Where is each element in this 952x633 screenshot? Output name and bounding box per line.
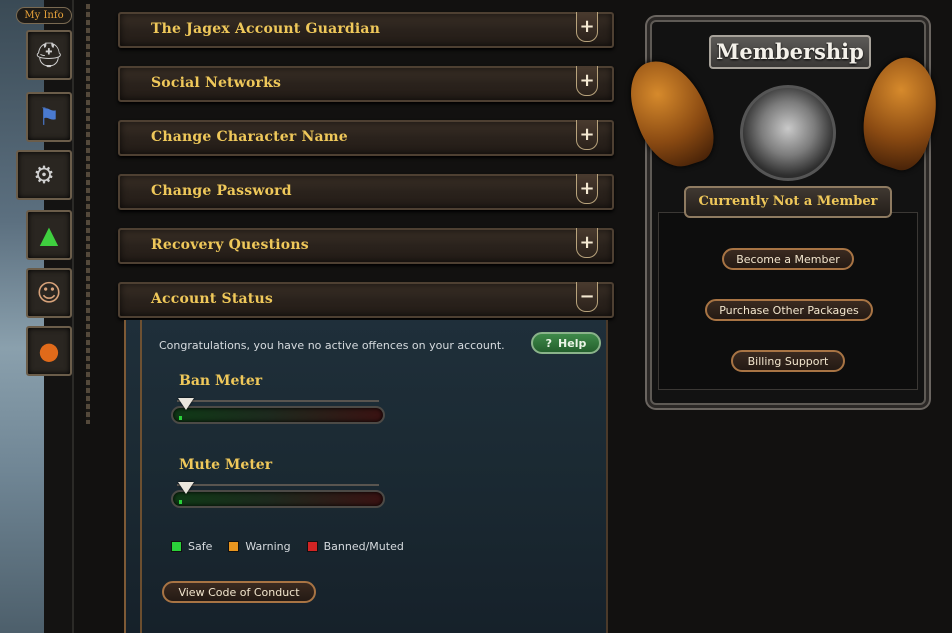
section-title: Change Password [151, 183, 292, 199]
ban-meter [171, 398, 385, 424]
status-message: Congratulations, you have no active offe… [159, 339, 505, 352]
divider [140, 320, 142, 633]
legend-warning: Warning [228, 540, 291, 553]
sidebar-item-settings[interactable]: ⚙ [16, 150, 72, 200]
legend-label: Safe [188, 540, 213, 553]
purchase-packages-button[interactable]: Purchase Other Packages [705, 299, 873, 321]
legend-swatch [171, 541, 182, 552]
section-title: Account Status [151, 291, 273, 307]
meter-track [171, 490, 385, 508]
my-info-tab[interactable]: My Info [16, 7, 72, 24]
section-recovery-questions[interactable]: Recovery Questions + [118, 228, 614, 264]
legend-label: Banned/Muted [323, 540, 404, 553]
mute-meter [171, 482, 385, 508]
sidebar-item-avatar[interactable]: ☺ [26, 268, 72, 318]
meter-fill [179, 416, 182, 420]
upgrade-icon: ▲ [39, 221, 59, 249]
section-title: The Jagex Account Guardian [151, 21, 381, 37]
sidebar: My Info ⛑ ⚑ ⚙ ▲ ☺ ● [16, 4, 90, 424]
expand-icon[interactable]: + [576, 120, 598, 150]
chain-divider [86, 4, 90, 424]
legend-banned-muted: Banned/Muted [306, 540, 404, 553]
section-account-guardian[interactable]: The Jagex Account Guardian + [118, 12, 614, 48]
ban-meter-title: Ban Meter [179, 373, 263, 389]
account-status-content: Congratulations, you have no active offe… [124, 320, 608, 633]
meter-pointer-icon [178, 398, 194, 410]
sidebar-item-banner[interactable]: ⚑ [26, 92, 72, 142]
expand-icon[interactable]: + [576, 66, 598, 96]
banner-icon: ⚑ [38, 103, 60, 131]
help-label: Help [558, 336, 587, 350]
legend-swatch [228, 541, 240, 552]
section-title: Recovery Questions [151, 237, 309, 253]
meter-track [171, 406, 385, 424]
help-button[interactable]: ? Help [531, 332, 601, 354]
gear-icon: ⚙ [33, 161, 55, 189]
billing-support-button[interactable]: Billing Support [731, 350, 845, 372]
legend-safe: Safe [171, 540, 212, 553]
question-icon: ? [545, 336, 553, 350]
membership-emblem-icon [740, 85, 836, 181]
section-change-password[interactable]: Change Password + [118, 174, 614, 210]
legend-label: Warning [245, 540, 291, 553]
legend-swatch [306, 541, 318, 552]
become-member-button[interactable]: Become a Member [722, 248, 854, 270]
expand-icon[interactable]: + [576, 174, 598, 204]
meter-pointer-icon [178, 482, 194, 494]
expand-icon[interactable]: + [576, 12, 598, 42]
sidebar-item-upgrade[interactable]: ▲ [26, 210, 72, 260]
view-code-of-conduct-button[interactable]: View Code of Conduct [162, 581, 316, 603]
helmet-icon: ⛑ [33, 41, 65, 69]
avatar-icon: ☺ [36, 279, 62, 307]
section-social-networks[interactable]: Social Networks + [118, 66, 614, 102]
section-title: Social Networks [151, 75, 282, 91]
section-change-character-name[interactable]: Change Character Name + [118, 120, 614, 156]
expand-icon[interactable]: + [576, 228, 598, 258]
collapse-icon[interactable]: − [576, 282, 598, 312]
sidebar-item-helmet[interactable]: ⛑ [26, 30, 72, 80]
membership-status: Currently Not a Member [684, 186, 892, 218]
membership-title: Membership [709, 35, 871, 69]
meter-legend: Safe Warning Banned/Muted [171, 540, 410, 553]
meter-fill [179, 500, 182, 504]
sidebar-item-bomb[interactable]: ● [26, 326, 72, 376]
section-account-status[interactable]: Account Status − [118, 282, 614, 318]
section-title: Change Character Name [151, 129, 348, 145]
mute-meter-title: Mute Meter [179, 457, 273, 473]
bomb-icon: ● [38, 337, 60, 365]
